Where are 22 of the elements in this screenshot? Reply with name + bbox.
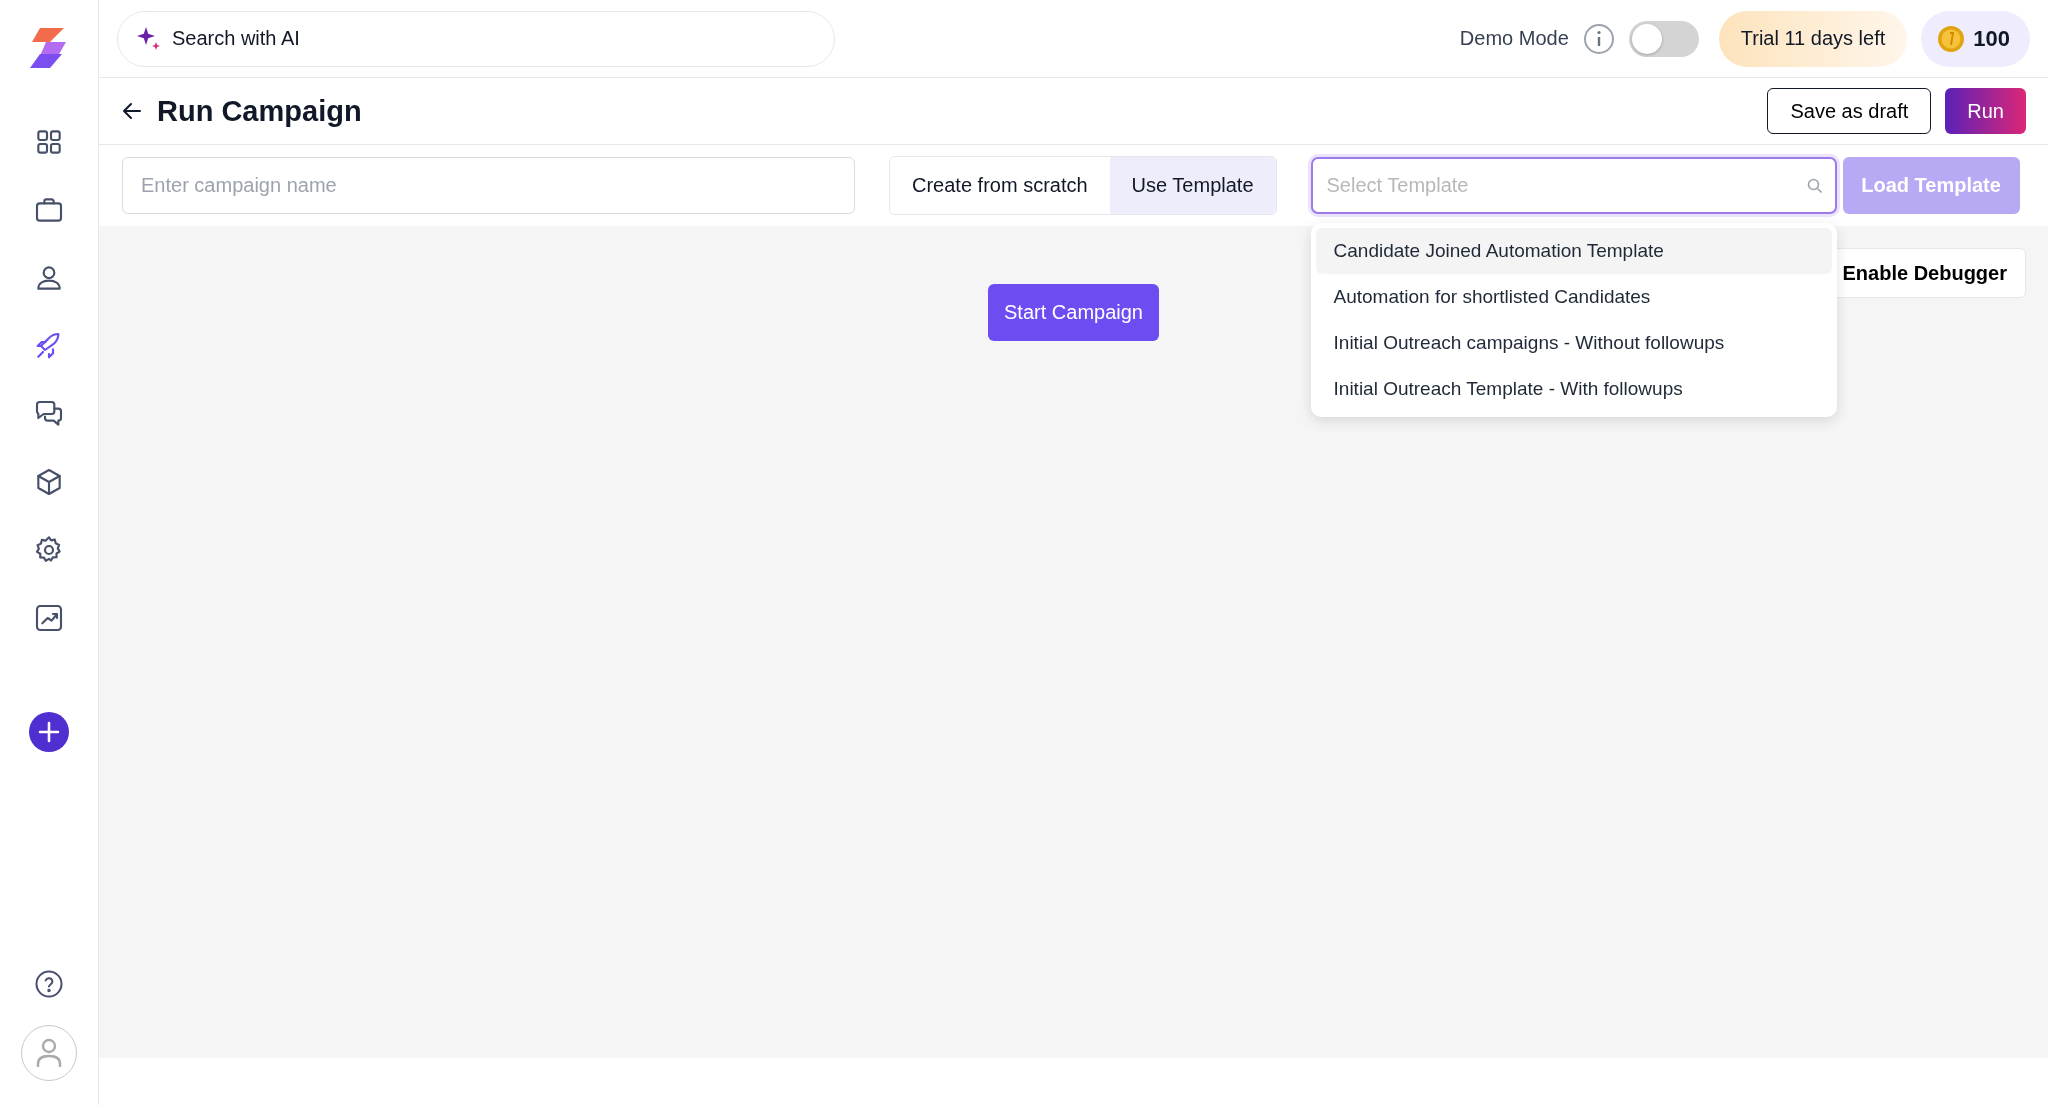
- back-arrow-icon[interactable]: [121, 100, 143, 122]
- mode-tab[interactable]: Use Template: [1109, 157, 1276, 214]
- campaign-name-field[interactable]: Enter campaign name: [122, 157, 855, 214]
- add-button[interactable]: [29, 712, 69, 752]
- coin-icon: [1937, 24, 1966, 53]
- help-icon[interactable]: [34, 969, 64, 999]
- save-draft-button[interactable]: Save as draft: [1767, 88, 1932, 134]
- template-option[interactable]: Initial Outreach campaigns - Without followups: [1315, 320, 1832, 366]
- template-option[interactable]: Candidate Joined Automation Template: [1315, 228, 1832, 274]
- demo-mode-label: Demo Mode: [1459, 27, 1569, 50]
- credits-badge: 100: [1921, 10, 2030, 67]
- trial-badge: Trial 11 days left: [1718, 10, 1908, 67]
- template-select-field[interactable]: Select Template: [1310, 157, 1837, 214]
- run-button[interactable]: Run: [1945, 88, 2026, 134]
- plus-icon: [38, 721, 60, 743]
- search-icon: [1806, 177, 1823, 194]
- start-campaign-node[interactable]: Start Campaign: [988, 284, 1159, 341]
- template-option[interactable]: Initial Outreach Template - With followups: [1315, 366, 1832, 412]
- info-icon[interactable]: [1582, 22, 1615, 55]
- chart-icon[interactable]: [33, 602, 65, 634]
- demo-mode-toggle[interactable]: [1628, 20, 1699, 57]
- page-title: Run Campaign: [157, 94, 362, 128]
